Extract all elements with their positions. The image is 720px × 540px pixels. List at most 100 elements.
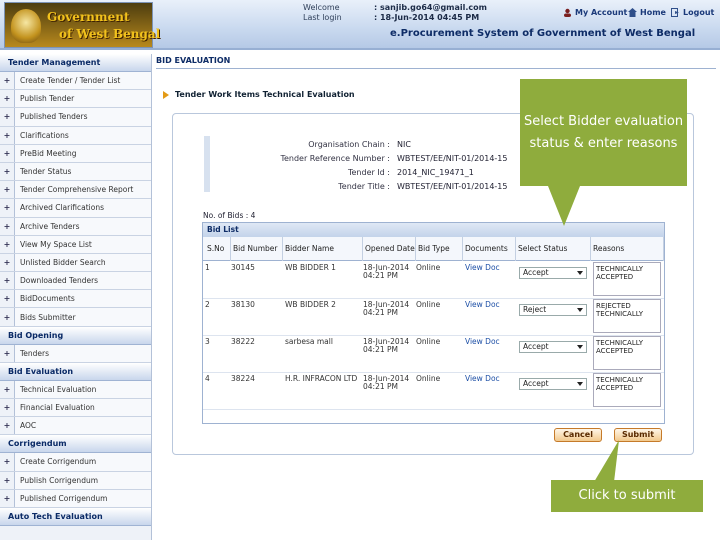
- sidebar-item-label: Tender Status: [14, 162, 151, 181]
- welcome-label: Welcome: [303, 3, 340, 12]
- sidebar-item[interactable]: + Downloaded Tenders: [0, 272, 151, 291]
- sidebar-section-2[interactable]: Bid Evaluation: [0, 362, 151, 381]
- opened-date-cell: 18-Jun-2014 04:21 PM: [363, 263, 410, 280]
- table-row: 2 38130 WB BIDDER 2 18-Jun-2014 04:21 PM Onl…: [203, 299, 664, 336]
- plus-icon: +: [3, 148, 11, 158]
- plus-icon: +: [3, 112, 11, 122]
- sidebar-item[interactable]: + Archive Tenders: [0, 217, 151, 236]
- sidebar-item[interactable]: + Unlisted Bidder Search: [0, 253, 151, 273]
- table-header-row: S.No Bid Number Bidder Name Opened Date Bid …: [203, 237, 664, 261]
- view-doc-link[interactable]: View Doc: [465, 301, 515, 309]
- reason-textarea[interactable]: TECHNICALLY ACCEPTED: [593, 262, 661, 296]
- sidebar-item[interactable]: + AOC: [0, 417, 151, 436]
- ref-label: Tender Reference Number :: [280, 154, 390, 163]
- view-doc-link[interactable]: View Doc: [465, 264, 515, 272]
- view-doc-link[interactable]: View Doc: [465, 375, 515, 383]
- sidebar-item-label: Downloaded Tenders: [14, 272, 151, 290]
- bidder-name-cell: sarbesa mall: [285, 337, 333, 346]
- header-bar: Government of West Bengal Welcome : sanj…: [0, 0, 720, 50]
- sidebar-item-label: Archive Tenders: [14, 217, 151, 235]
- column-header: Bid Number: [231, 237, 283, 261]
- sidebar-item-label: Bids Submitter: [14, 308, 151, 326]
- bid-list-table: Bid List S.No Bid Number Bidder Name Opened…: [202, 222, 665, 424]
- sidebar-item[interactable]: + Published Tenders: [0, 108, 151, 127]
- subtitle-text: Tender Work Items Technical Evaluation: [175, 90, 355, 99]
- column-header: Bidder Name: [283, 237, 363, 261]
- bidder-name-cell: WB BIDDER 1: [285, 263, 336, 272]
- column-header: Bid Type: [416, 237, 463, 261]
- sidebar-item[interactable]: + PreBid Meeting: [0, 144, 151, 163]
- table-row: 4 38224 H.R. INFRACON LTD 18-Jun-2014 04:21…: [203, 373, 664, 410]
- sidebar-item[interactable]: + View My Space List: [0, 235, 151, 254]
- user-icon: [563, 8, 572, 17]
- sidebar-item[interactable]: + Financial Evaluation: [0, 399, 151, 418]
- plus-icon: +: [3, 403, 11, 413]
- opened-date-cell: 18-Jun-2014 04:21 PM: [363, 337, 410, 354]
- submit-button[interactable]: Submit: [614, 428, 662, 442]
- sidebar-item[interactable]: + Archived Clarifications: [0, 199, 151, 218]
- sidebar-item-label: Technical Evaluation: [14, 380, 151, 398]
- bidder-name-cell: WB BIDDER 2: [285, 300, 336, 309]
- sidebar-section-1[interactable]: Bid Opening: [0, 326, 151, 345]
- page-title: BID EVALUATION: [156, 56, 231, 65]
- ref-value: WBTEST/EE/NIT-01/2014-15: [397, 154, 508, 163]
- page-subtitle: Tender Work Items Technical Evaluation: [163, 90, 355, 99]
- bid-number-cell: 38130: [231, 300, 255, 309]
- tender-info-box: Organisation Chain : NIC Tender Referenc…: [204, 136, 524, 192]
- title-divider: [156, 68, 716, 69]
- sno-cell: 2: [205, 300, 210, 309]
- submit-callout-pointer: [594, 440, 619, 482]
- status-select[interactable]: Accept: [519, 341, 587, 353]
- sidebar-item-label: Unlisted Bidder Search: [14, 253, 151, 272]
- column-header: Select Status: [516, 237, 591, 261]
- sidebar-section-4[interactable]: Auto Tech Evaluation: [0, 507, 151, 526]
- home-link[interactable]: Home: [628, 8, 666, 17]
- tender-title-value: WBTEST/EE/NIT-01/2014-15: [397, 182, 508, 191]
- sidebar-item[interactable]: + Tenders: [0, 344, 151, 363]
- view-doc-link[interactable]: View Doc: [465, 338, 515, 346]
- opened-date-cell: 18-Jun-2014 04:21 PM: [363, 374, 410, 391]
- govt-logo: Government of West Bengal: [4, 2, 160, 48]
- sidebar-item[interactable]: + Published Corrigendum: [0, 489, 151, 508]
- sidebar-item[interactable]: + Clarifications: [0, 126, 151, 145]
- bid-type-cell: Online: [416, 337, 441, 346]
- sidebar-item[interactable]: + Tender Comprehensive Report: [0, 181, 151, 200]
- reason-textarea[interactable]: REJECTED TECHNICALLY: [593, 299, 661, 333]
- sidebar-item[interactable]: + BidDocuments: [0, 290, 151, 309]
- sidebar-item[interactable]: + Publish Corrigendum: [0, 471, 151, 490]
- status-select[interactable]: Accept: [519, 378, 587, 390]
- plus-icon: +: [3, 457, 11, 467]
- bid-number-cell: 30145: [231, 263, 255, 272]
- sidebar-item[interactable]: + Create Corrigendum: [0, 453, 151, 472]
- sidebar-item[interactable]: + Tender Status: [0, 162, 151, 182]
- column-header: Reasons: [591, 237, 664, 261]
- my-account-link[interactable]: My Account: [563, 8, 627, 17]
- last-login-value: : 18-Jun-2014 04:45 PM: [374, 13, 480, 22]
- bid-count: No. of Bids : 4: [203, 211, 256, 220]
- reason-textarea[interactable]: TECHNICALLY ACCEPTED: [593, 373, 661, 407]
- logo-line2: of West Bengal: [59, 27, 161, 41]
- plus-icon: +: [3, 185, 11, 195]
- sidebar-item[interactable]: + Publish Tender: [0, 90, 151, 109]
- status-select[interactable]: Accept: [519, 267, 587, 279]
- plus-icon: +: [3, 221, 11, 231]
- last-login-label: Last login: [303, 13, 342, 22]
- sidebar-section-3[interactable]: Corrigendum: [0, 435, 151, 454]
- sidebar-item-label: Clarifications: [14, 126, 151, 144]
- plus-icon: +: [3, 348, 11, 358]
- status-select[interactable]: Reject: [519, 304, 587, 316]
- sidebar-item[interactable]: + Create Tender / Tender List: [0, 72, 151, 91]
- sidebar-item[interactable]: + Bids Submitter: [0, 308, 151, 327]
- plus-icon: +: [3, 294, 11, 304]
- reason-textarea[interactable]: TECHNICALLY ACCEPTED: [593, 336, 661, 370]
- logout-link[interactable]: Logout: [671, 8, 714, 17]
- sidebar-item-label: View My Space List: [14, 235, 151, 253]
- status-callout: Select Bidder evaluation status & enter …: [520, 79, 687, 186]
- sidebar-section-0[interactable]: Tender Management: [0, 54, 151, 72]
- logo-line1: Government: [47, 10, 130, 24]
- bid-number-cell: 38224: [231, 374, 255, 383]
- sidebar-item[interactable]: + Technical Evaluation: [0, 380, 151, 399]
- column-header: S.No: [205, 237, 231, 261]
- sidebar-item-label: Archived Clarifications: [14, 199, 151, 217]
- emblem-icon: [11, 9, 41, 43]
